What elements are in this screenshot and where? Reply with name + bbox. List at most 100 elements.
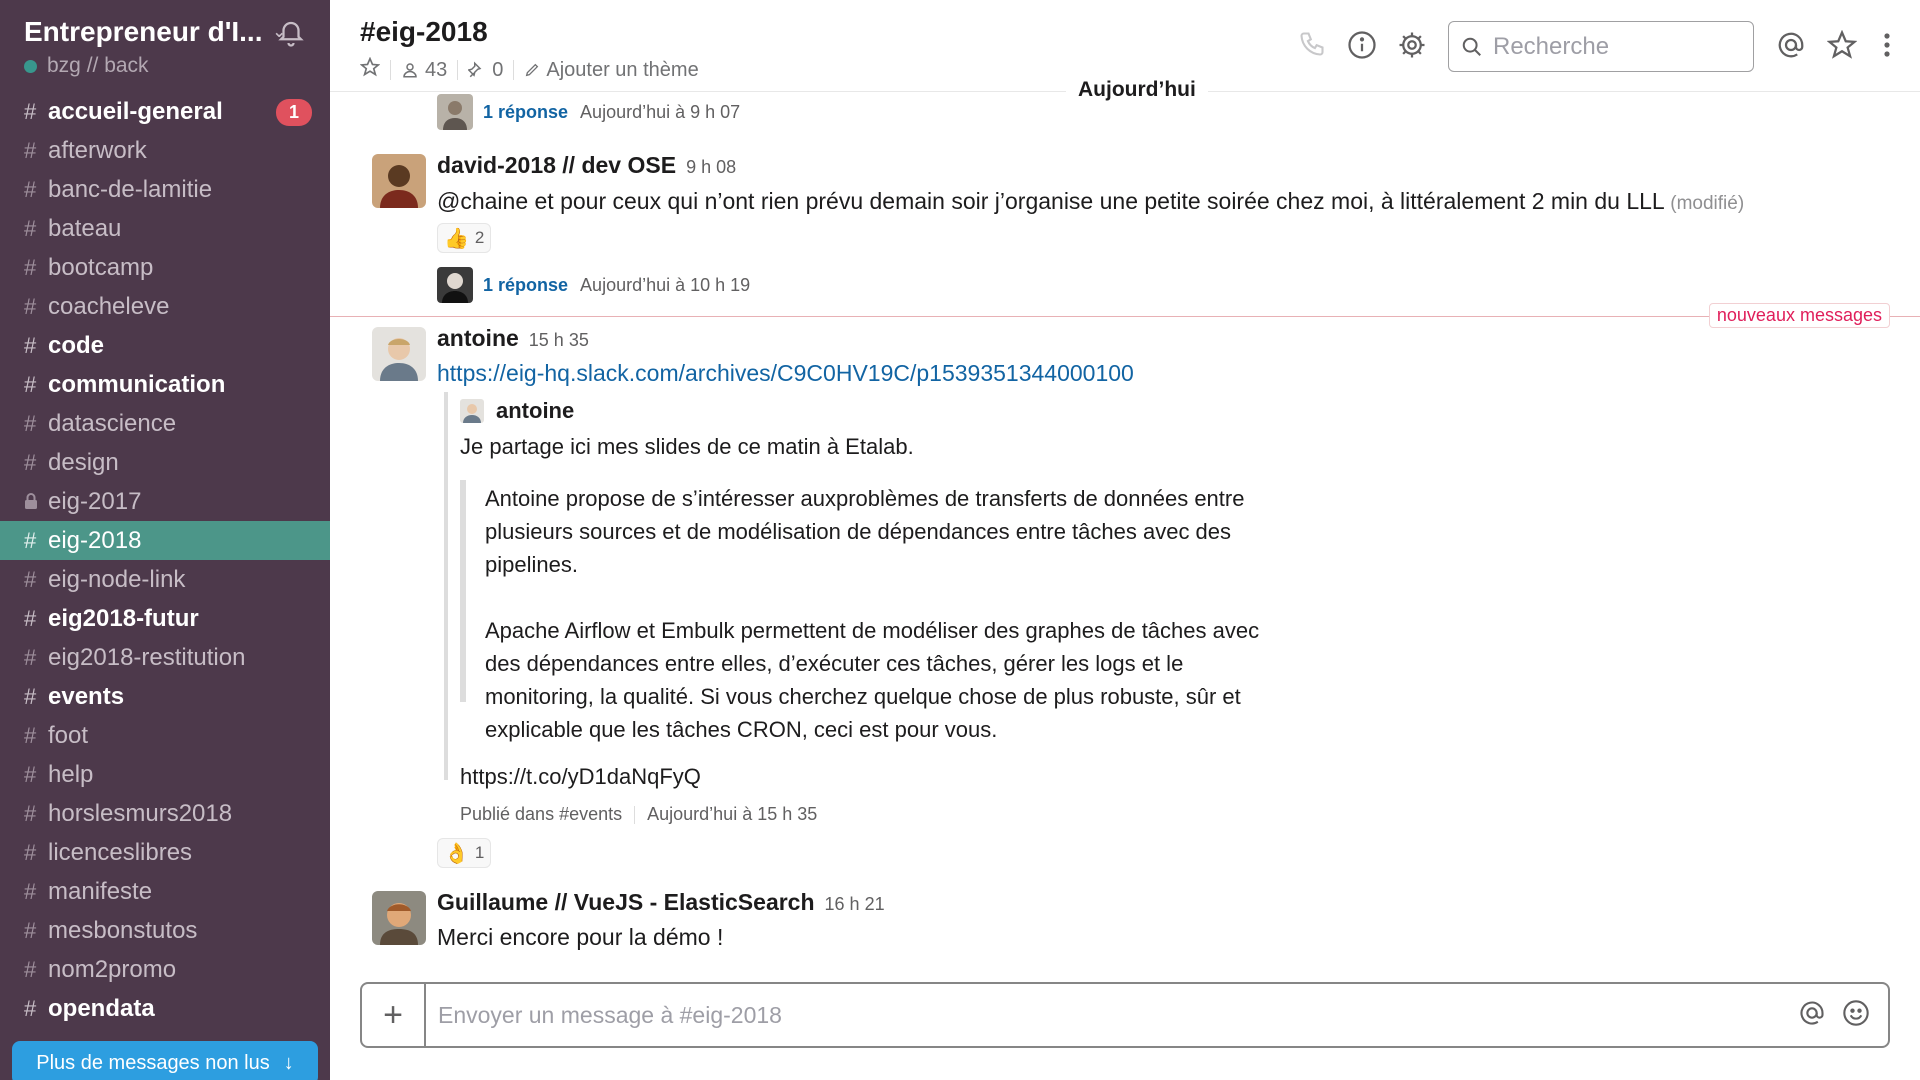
avatar[interactable]	[372, 891, 426, 945]
channel-item-events[interactable]: # events	[0, 677, 330, 716]
channel-item-nom2promo[interactable]: # nom2promo	[0, 950, 330, 989]
hash-icon: #	[24, 995, 37, 1021]
message-link[interactable]: https://eig-hq.slack.com/archives/C9C0HV…	[437, 360, 1134, 387]
timestamp[interactable]: 16 h 21	[825, 894, 885, 915]
phone-icon[interactable]	[1298, 30, 1326, 58]
channel-item-horslesmurs2018[interactable]: # horslesmurs2018	[0, 794, 330, 833]
mention-icon[interactable]	[1798, 999, 1826, 1032]
team-name-button[interactable]: Entrepreneur d'I... ⌄	[24, 16, 306, 48]
channel-item-eig-2017[interactable]: eig-2017	[0, 482, 330, 521]
channel-label: eig2018-futur	[48, 604, 199, 632]
search-input[interactable]: Recherche	[1448, 21, 1754, 72]
channel-item-datascience[interactable]: # datascience	[0, 404, 330, 443]
member-count-value: 43	[425, 58, 448, 81]
pin-icon	[468, 61, 482, 78]
replies-link[interactable]: 1 réponse	[483, 102, 568, 123]
more-options-icon[interactable]	[1882, 30, 1892, 60]
divider	[390, 60, 391, 80]
member-count[interactable]: 43	[401, 59, 447, 82]
channel-item-eig2018-restitution[interactable]: # eig2018-restitution	[0, 638, 330, 677]
bell-icon[interactable]	[276, 18, 306, 53]
channel-label: eig-2018	[48, 526, 142, 554]
channel-item-banc-de-lamitie[interactable]: # banc-de-lamitie	[0, 170, 330, 209]
presence-dot	[24, 59, 37, 73]
author-name[interactable]: david-2018 // dev OSE	[437, 152, 676, 179]
pencil-icon	[526, 63, 539, 77]
more-unread-button[interactable]: Plus de messages non lus ↓	[12, 1041, 318, 1080]
author-name[interactable]: antoine	[437, 325, 519, 352]
channel-item-design[interactable]: # design	[0, 443, 330, 482]
replies-link[interactable]: 1 réponse	[483, 275, 568, 296]
channel-label: design	[48, 448, 119, 476]
channel-item-coacheleve[interactable]: # coacheleve	[0, 287, 330, 326]
message-header: antoine 15 h 35	[437, 325, 589, 352]
quote-line: pipelines.	[485, 552, 578, 577]
thread-replies[interactable]: 1 réponse Aujourd’hui à 10 h 19	[483, 275, 750, 296]
quote-bar	[460, 480, 466, 702]
team-header[interactable]: Entrepreneur d'I... ⌄ bzg // back	[0, 0, 330, 90]
channel-item-eig-node-link[interactable]: # eig-node-link	[0, 560, 330, 599]
pin-count[interactable]: 0	[468, 59, 503, 82]
hash-icon: #	[24, 839, 37, 865]
channel-item-eig-2018[interactable]: # eig-2018	[0, 521, 330, 560]
channel-item-foot[interactable]: # foot	[0, 716, 330, 755]
timestamp[interactable]: 9 h 08	[686, 157, 736, 178]
reply-time: Aujourd’hui à 9 h 07	[580, 102, 741, 122]
timestamp[interactable]: 15 h 35	[529, 330, 589, 351]
channel-list: # accueil-general 1 # afterwork # banc-de-la…	[0, 92, 330, 1028]
current-user[interactable]: bzg // back	[24, 54, 306, 78]
hash-icon: #	[24, 644, 37, 670]
channel-item-help[interactable]: # help	[0, 755, 330, 794]
avatar	[460, 399, 484, 423]
composer-icons	[1798, 984, 1888, 1046]
emoji-icon[interactable]	[1842, 999, 1870, 1032]
hash-icon: #	[24, 410, 37, 436]
attachment-text: Je partage ici mes slides de ce matin à …	[460, 434, 914, 459]
avatar[interactable]	[437, 94, 473, 130]
search-icon	[1462, 37, 1481, 56]
channel-item-code[interactable]: # code	[0, 326, 330, 365]
channel-item-licenceslibres[interactable]: # licenceslibres	[0, 833, 330, 872]
channel-item-bateau[interactable]: # bateau	[0, 209, 330, 248]
channel-item-accueil-general[interactable]: # accueil-general 1	[0, 92, 330, 131]
avatar[interactable]	[372, 327, 426, 381]
author-name[interactable]: Guillaume // VueJS - ElasticSearch	[437, 889, 815, 916]
channel-item-eig2018-futur[interactable]: # eig2018-futur	[0, 599, 330, 638]
channel-label: licenceslibres	[48, 838, 193, 866]
reaction-ok-hand[interactable]: 👌 1	[437, 838, 492, 868]
star-icon[interactable]	[359, 56, 381, 83]
add-attachment-button[interactable]: +	[362, 984, 426, 1046]
channel-title[interactable]: #eig-2018	[360, 16, 488, 48]
channel-item-communication[interactable]: # communication	[0, 365, 330, 404]
starred-items-icon[interactable]	[1827, 30, 1857, 60]
channel-label: bootcamp	[48, 253, 154, 281]
mentions-icon[interactable]	[1776, 30, 1806, 60]
thread-replies[interactable]: 1 réponse Aujourd’hui à 9 h 07	[483, 102, 740, 123]
avatar[interactable]	[372, 154, 426, 208]
footer-channel[interactable]: Publié dans #events	[460, 804, 622, 825]
message-composer: +	[360, 982, 1890, 1048]
channel-label: help	[48, 760, 94, 788]
message-body: @chaine et pour ceux qui n’ont rien prév…	[437, 188, 1664, 214]
attachment-author-name: antoine	[496, 398, 575, 423]
reaction-thumbs-up[interactable]: 👍 2	[437, 223, 492, 253]
add-topic-button[interactable]: Ajouter un thème	[524, 59, 699, 82]
footer-time[interactable]: Aujourd’hui à 15 h 35	[647, 804, 817, 825]
avatar[interactable]	[437, 267, 473, 303]
channel-item-bootcamp[interactable]: # bootcamp	[0, 248, 330, 287]
thumbs-up-icon: 👍	[444, 227, 469, 250]
hash-icon: #	[24, 605, 37, 631]
gear-icon[interactable]	[1397, 30, 1427, 60]
channel-item-manifeste[interactable]: # manifeste	[0, 872, 330, 911]
attachment-link[interactable]: https://t.co/yD1daNqFyQ	[460, 764, 701, 790]
channel-item-opendata[interactable]: # opendata	[0, 989, 330, 1028]
quote-line: plusieurs sources et de modélisation de …	[485, 519, 1232, 544]
channel-item-afterwork[interactable]: # afterwork	[0, 131, 330, 170]
unread-badge: 1	[276, 99, 312, 126]
message-input[interactable]	[426, 984, 1798, 1046]
attachment-footer: Publié dans #events Aujourd’hui à 15 h 3…	[460, 804, 817, 825]
channel-item-mesbonstutos[interactable]: # mesbonstutos	[0, 911, 330, 950]
info-icon[interactable]	[1347, 30, 1377, 60]
attachment-author[interactable]: antoine	[460, 398, 574, 424]
main-pane: #eig-2018 43 0 Ajouter un thème Recherch…	[330, 0, 1920, 1080]
